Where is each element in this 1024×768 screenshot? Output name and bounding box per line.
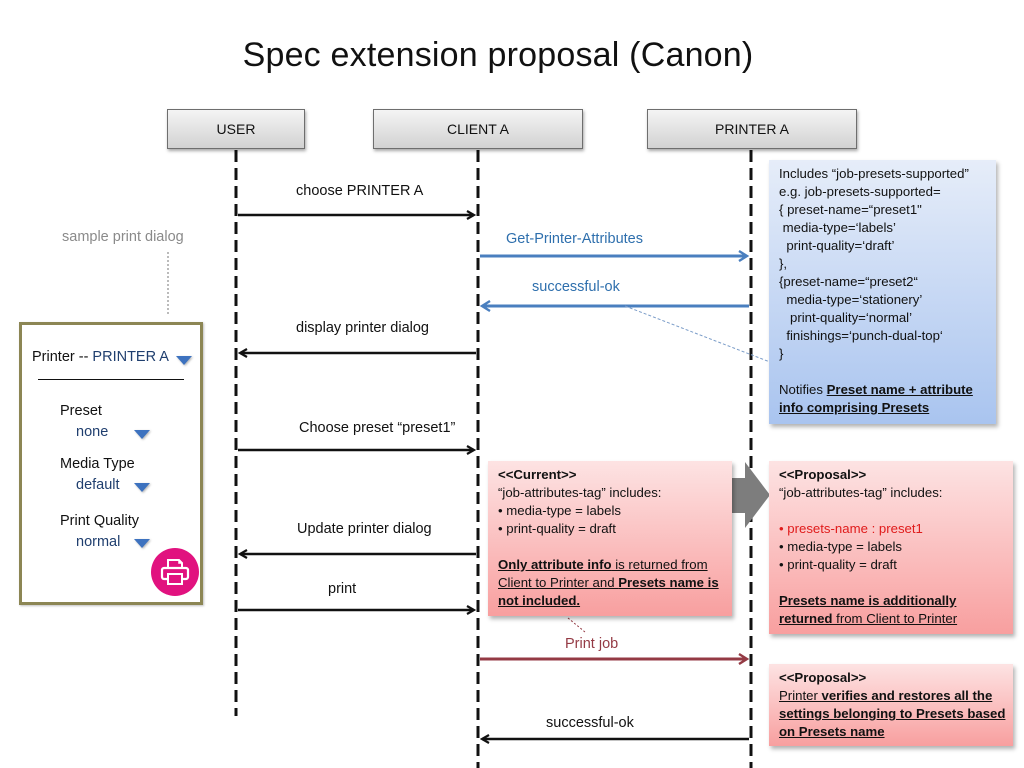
note-heading: <<Proposal>> [779,467,867,482]
message-label: successful-ok [532,279,620,295]
sample-dialog-note: sample print dialog [62,229,184,245]
note-line: print-quality=‘normal’ [779,310,913,325]
note-line: media-type=‘stationery’ [779,292,923,307]
note-summary: Printer verifies and restores all the [779,688,993,703]
dialog-divider [38,379,184,380]
note-summary: Only attribute info is returned from [498,557,708,572]
actor-client-a: CLIENT A [373,109,583,149]
note-line: e.g. job-presets-supported= [779,184,941,199]
note-summary: Presets name is additionally [779,593,957,608]
proposal-attributes-note: <<Proposal>> “job-attributes-tag” includ… [769,461,1013,634]
message-label: Get-Printer-Attributes [506,231,643,247]
actor-user: USER [167,109,305,149]
proposal-printer-note: <<Proposal>> Printer verifies and restor… [769,664,1013,746]
note-line: { preset-name=“preset1" [779,202,922,217]
note-summary: not included. [498,593,581,608]
printer-select-label: Printer -- [32,349,93,365]
actor-client-a-label: CLIENT A [447,121,509,137]
note-line: print-quality=‘draft’ [779,238,895,253]
message-label: display printer dialog [296,320,429,336]
note-summary: Client to Printer and Presets name is [498,575,719,590]
notifies-emphasis: info comprising Presets [779,400,930,415]
note-line: Includes “job-presets-supported” [779,166,969,181]
notifies-emphasis: Preset name + attribute [826,382,973,397]
note-line: } [779,346,784,361]
preset-label: Preset [60,403,102,419]
printer-dropdown-chevron-icon[interactable] [176,356,192,365]
print-quality-select[interactable]: normal [76,534,120,550]
page-title: Spec extension proposal (Canon) [242,36,754,74]
note-bullet: • print-quality = draft [779,557,897,572]
note-heading: <<Current>> [498,467,577,482]
print-quality-dropdown-chevron-icon[interactable] [134,539,150,548]
note-bullet: • media-type = labels [498,503,622,518]
actor-user-label: USER [216,121,256,137]
printer-attributes-note: Includes “job-presets-supported” e.g. jo… [769,160,996,424]
printer-icon [160,559,190,585]
note-line [779,363,986,381]
note-line: media-type=‘labels’ [779,220,896,235]
preset-dropdown-chevron-icon[interactable] [134,430,150,439]
note-bullet: • print-quality = draft [498,521,616,536]
print-job-note-connector [567,617,586,633]
note-heading: <<Proposal>> [779,670,867,685]
actor-printer-a: PRINTER A [647,109,857,149]
sample-print-dialog: Printer -- PRINTER A Preset none Media T… [19,322,203,605]
media-type-select[interactable]: default [76,477,120,493]
note-summary: returned from Client to Printer [779,611,958,626]
media-type-dropdown-chevron-icon[interactable] [134,483,150,492]
message-label: Print job [565,636,619,652]
note-line: “job-attributes-tag” includes: [498,485,662,500]
message-label: Update printer dialog [297,521,432,537]
note-line: }, [779,256,788,271]
printer-select-value: PRINTER A [92,349,169,365]
note-bullet: • media-type = labels [779,539,903,554]
message-label: print [328,581,357,597]
current-behavior-note: <<Current>> “job-attributes-tag” include… [488,461,732,616]
message-label: successful-ok [546,715,634,731]
message-label: choose PRINTER A [296,183,424,199]
note-summary: on Presets name [779,724,885,739]
note-line: “job-attributes-tag” includes: [779,485,943,500]
actor-printer-a-label: PRINTER A [715,121,789,137]
print-button[interactable] [151,548,199,596]
note-line: {preset-name=“preset2“ [779,274,918,289]
preset-select[interactable]: none [76,424,108,440]
message-label: Choose preset “preset1” [299,420,456,436]
printer-select[interactable]: Printer -- PRINTER A [32,349,169,365]
notifies-line: Notifies Preset name + attribute [779,381,986,399]
note-bullet-highlight: • presets-name : preset1 [779,521,923,536]
note-summary: settings belonging to Presets based [779,706,1006,721]
notifies-prefix: Notifies [779,382,827,397]
print-quality-label: Print Quality [60,513,139,529]
notifies-line: info comprising Presets [779,399,986,417]
media-type-label: Media Type [60,456,135,472]
attributes-note-connector [624,305,771,363]
note-line: finishings=‘punch-dual-top‘ [779,328,943,343]
